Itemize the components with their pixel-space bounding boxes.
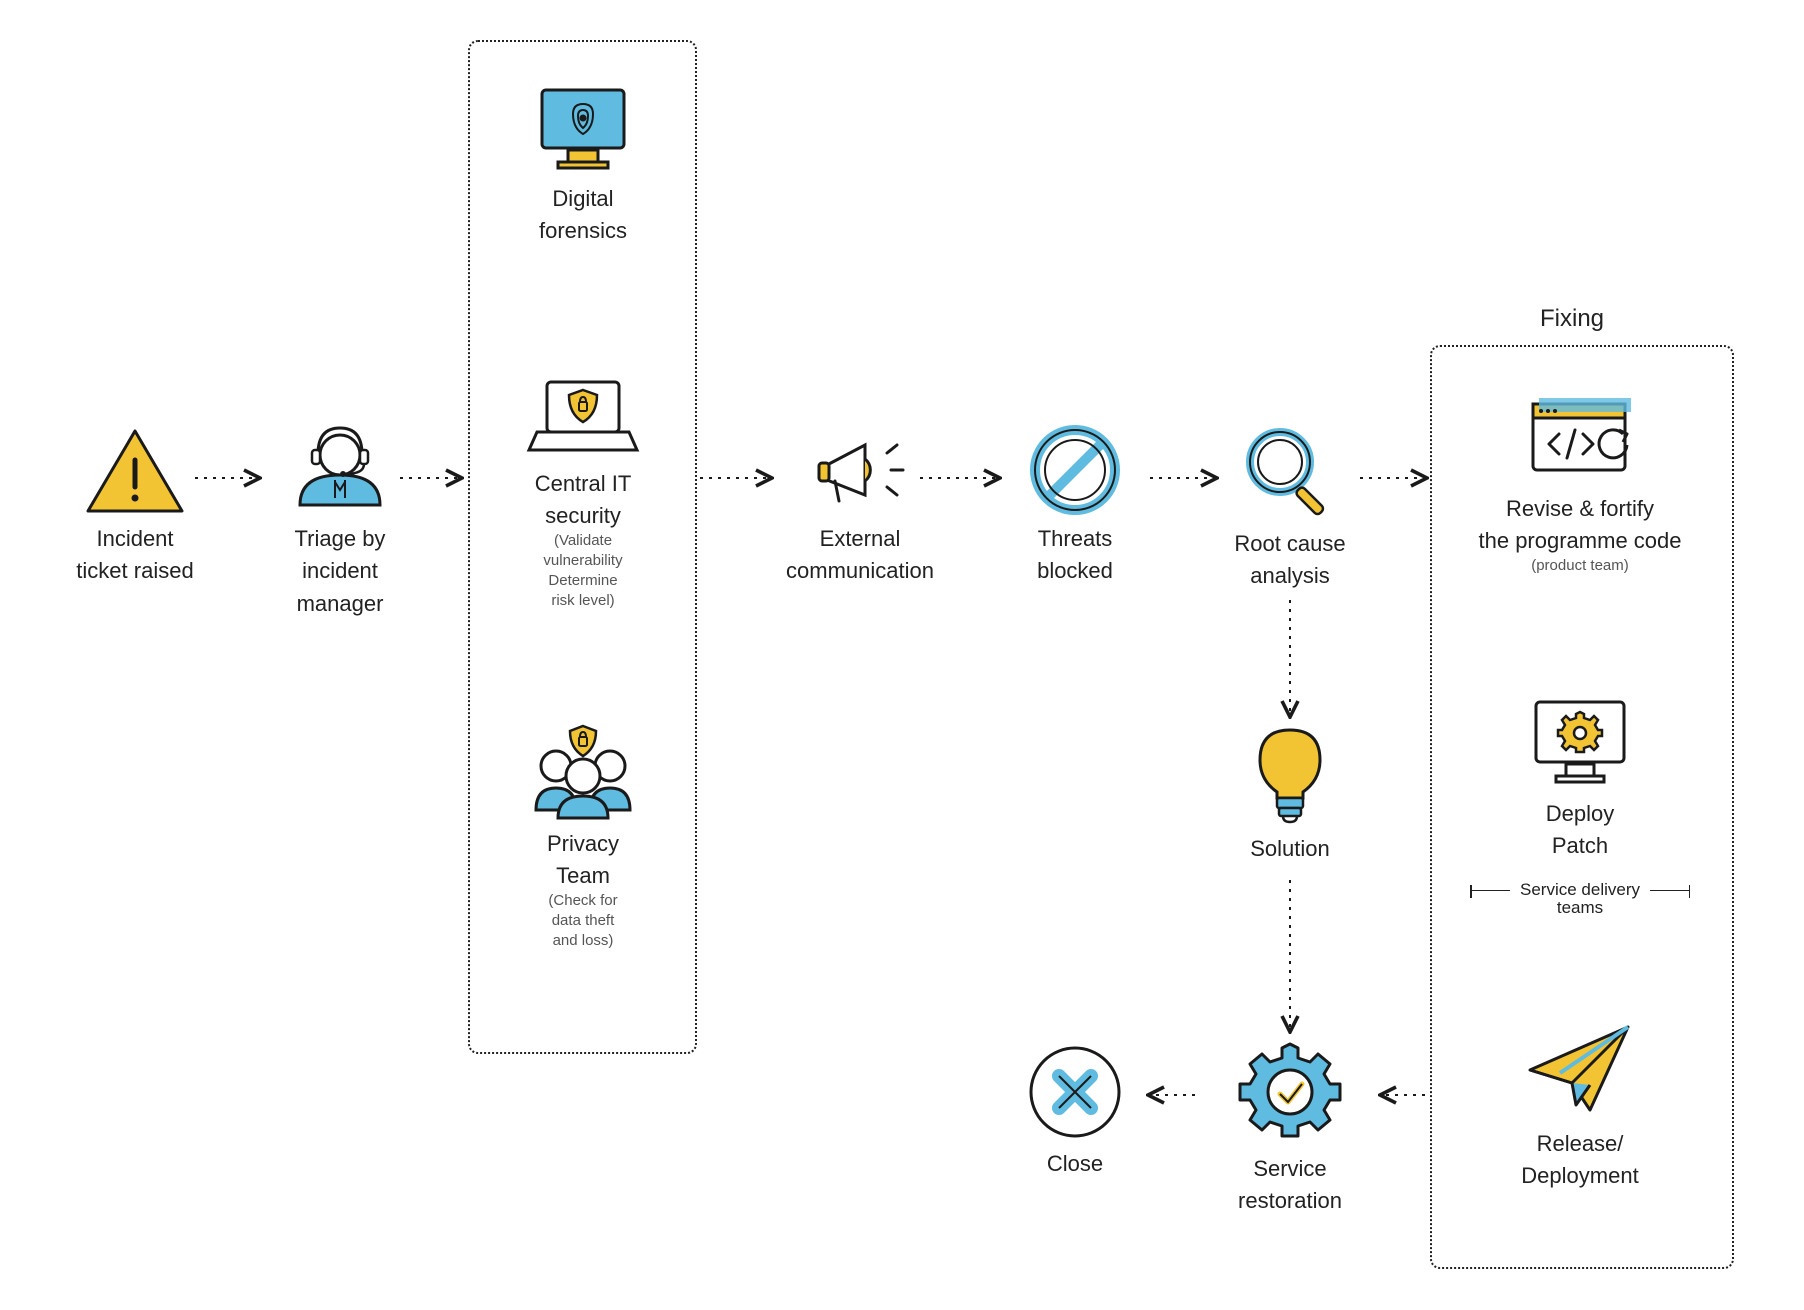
arrows-layer: [0, 0, 1804, 1310]
diagram-stage: Fixing Incident ticket raised Triage by …: [0, 0, 1804, 1310]
